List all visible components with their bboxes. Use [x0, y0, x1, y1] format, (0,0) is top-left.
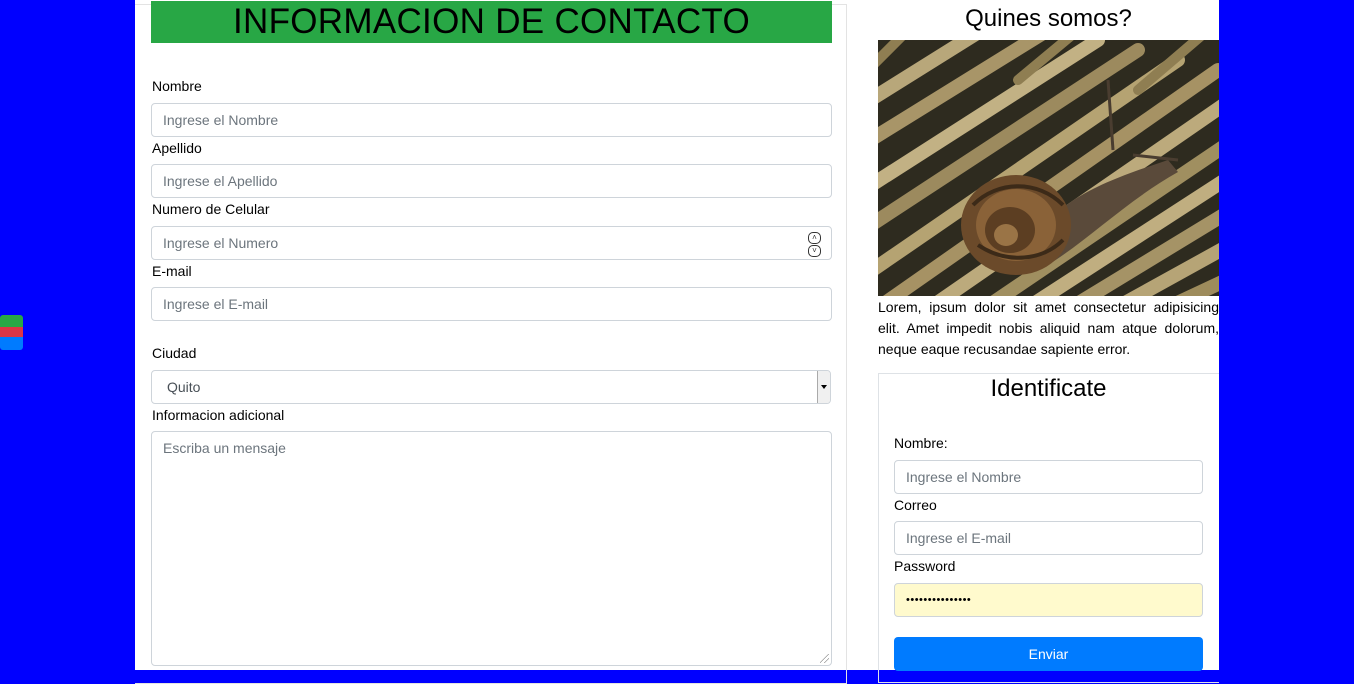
login-correo-label: Correo	[894, 497, 937, 513]
ciudad-select[interactable]: Quito	[151, 370, 831, 404]
page-container: INFORMACION DE CONTACTO Nombre Ingrese e…	[135, 0, 1219, 684]
spinner-down-icon[interactable]: ˅	[808, 245, 821, 257]
number-spinner[interactable]: ˄ ˅	[808, 232, 821, 257]
info-textarea[interactable]: Escriba un mensaje	[151, 431, 832, 666]
nombre-input[interactable]: Ingrese el Nombre	[151, 103, 832, 137]
celular-input[interactable]: Ingrese el Numero ˄ ˅	[151, 226, 832, 260]
enviar-button[interactable]: Enviar	[894, 637, 1203, 671]
login-title: Identificate	[990, 375, 1107, 402]
about-text: Lorem, ipsum dolor sit amet consectetur …	[878, 299, 1219, 357]
login-nombre-label: Nombre:	[894, 435, 948, 451]
apellido-input[interactable]: Ingrese el Apellido	[151, 164, 832, 198]
login-correo-input[interactable]: Ingrese el E-mail	[894, 521, 1203, 555]
apellido-label: Apellido	[152, 140, 202, 156]
celular-label: Numero de Celular	[152, 201, 270, 217]
snail-photo	[878, 40, 1219, 296]
email-label: E-mail	[152, 263, 192, 279]
email-input[interactable]: Ingrese el E-mail	[151, 287, 832, 321]
spinner-up-icon[interactable]: ˄	[808, 232, 821, 244]
nombre-label: Nombre	[152, 78, 202, 94]
blue-chip	[0, 337, 23, 350]
login-password-label: Password	[894, 558, 956, 574]
about-title: Quines somos?	[965, 5, 1132, 32]
info-placeholder: Escriba un mensaje	[163, 440, 286, 456]
dropdown-arrow-icon[interactable]	[817, 371, 830, 403]
login-nombre-input[interactable]: Ingrese el Nombre	[894, 460, 1203, 494]
info-label: Informacion adicional	[152, 407, 285, 423]
resize-handle-icon[interactable]	[820, 654, 829, 663]
celular-placeholder: Ingrese el Numero	[163, 235, 279, 251]
ciudad-selected-value: Quito	[167, 379, 201, 395]
contact-form-title: INFORMACION DE CONTACTO	[151, 1, 832, 43]
green-chip	[0, 315, 23, 327]
login-password-input[interactable]: •••••••••••••••	[894, 583, 1203, 617]
ciudad-label: Ciudad	[152, 345, 197, 361]
